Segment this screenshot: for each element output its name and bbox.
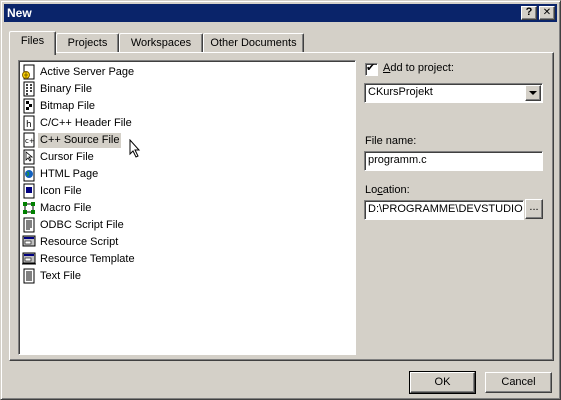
cursor-file-icon: [23, 149, 35, 165]
add-to-project-label: Add to project:: [383, 62, 454, 74]
svg-text:h: h: [26, 120, 32, 130]
add-to-project-checkbox[interactable]: ✔: [365, 62, 378, 76]
mouse-cursor-icon: [129, 139, 141, 158]
header-file-icon: h: [23, 115, 35, 131]
bitmap-file-icon: [23, 98, 35, 114]
close-button[interactable]: ✕: [539, 6, 555, 20]
binary-file-icon: [23, 81, 35, 97]
tab-projects[interactable]: Projects: [56, 33, 119, 53]
tab-files[interactable]: Files: [9, 31, 56, 55]
tab-workspaces[interactable]: Workspaces: [119, 33, 203, 53]
odbc-script-file-icon: [23, 217, 35, 233]
help-button[interactable]: ?: [521, 6, 537, 20]
close-icon: ✕: [542, 7, 552, 18]
location-field[interactable]: D:\PROGRAMME\DEVSTUDIO: [364, 200, 524, 220]
icon-file-icon: [23, 183, 35, 199]
tab-other-documents[interactable]: Other Documents: [203, 33, 304, 53]
title-bar: New ? ✕: [4, 4, 557, 22]
text-file-icon: [23, 268, 35, 284]
new-dialog-window: New ? ✕ Files Projects Workspaces Other …: [0, 0, 561, 400]
html-page-icon: [23, 166, 35, 182]
project-dropdown[interactable]: CKursProjekt: [364, 83, 543, 103]
cancel-button[interactable]: Cancel: [485, 372, 552, 393]
resource-template-icon: [22, 252, 36, 265]
checkmark-icon: ✔: [366, 62, 376, 74]
svg-text:c+: c+: [25, 137, 35, 145]
asp-file-icon: [22, 64, 35, 80]
chevron-down-icon[interactable]: [525, 85, 541, 101]
file-name-label: File name:: [365, 135, 417, 147]
browse-button[interactable]: ...: [525, 199, 543, 219]
ok-button[interactable]: OK: [409, 371, 476, 394]
resource-script-icon: [22, 235, 36, 247]
file-type-list[interactable]: Active Server Page Binary File Bitmap Fi…: [18, 60, 356, 355]
location-label: Location:: [365, 184, 410, 196]
window-title: New: [7, 6, 32, 20]
file-name-field[interactable]: programm.c: [364, 151, 543, 171]
cpp-source-file-icon: c+: [23, 132, 35, 148]
macro-file-icon: [23, 202, 35, 214]
